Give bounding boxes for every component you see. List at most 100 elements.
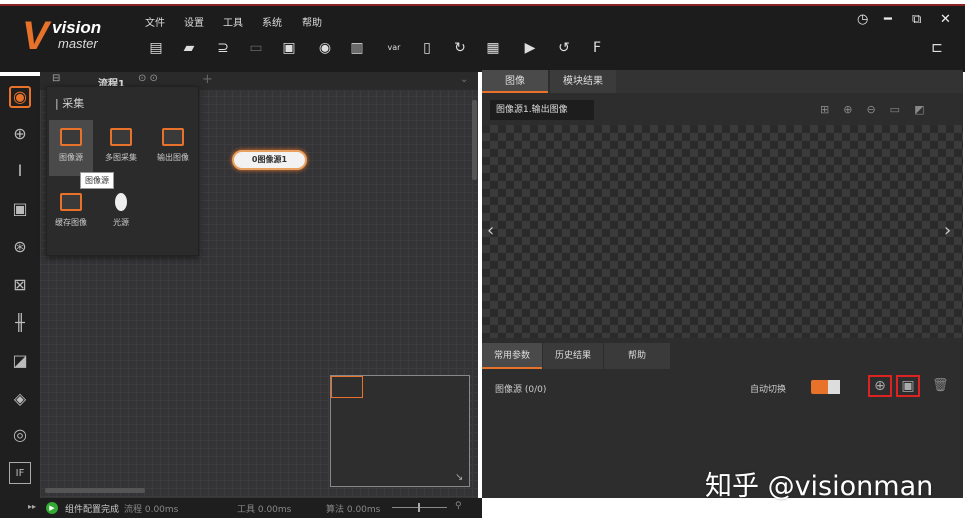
tool-label: 输出图像 bbox=[157, 153, 189, 162]
detect-icon[interactable]: ▣ bbox=[9, 198, 31, 220]
camera-icon[interactable]: ◉ bbox=[316, 40, 334, 56]
tool-time: 工具 0.00ms bbox=[237, 505, 292, 515]
tool-multi-image[interactable]: 多图采集 bbox=[99, 120, 143, 176]
category-title: | 采集 bbox=[55, 97, 85, 110]
run-flow-icon[interactable]: ⊙ ⊙ bbox=[138, 73, 158, 84]
menu-system[interactable]: 系统 bbox=[262, 14, 282, 29]
run-loop-icon[interactable]: ↺ bbox=[555, 40, 573, 56]
measure-icon[interactable]: Ⅰ bbox=[9, 160, 31, 182]
flow-node-image-source[interactable]: 0图像源1 bbox=[232, 150, 307, 170]
lock-icon[interactable]: ▣ bbox=[280, 40, 298, 56]
auto-switch-toggle[interactable] bbox=[811, 380, 840, 394]
add-tab-icon[interactable]: + bbox=[202, 72, 213, 87]
add-button[interactable]: ⊕ bbox=[868, 375, 892, 397]
image-view[interactable] bbox=[482, 125, 963, 338]
auto-switch-label: 自动切换 bbox=[750, 385, 787, 395]
resize-icon[interactable]: ↘ bbox=[455, 472, 463, 483]
tab-module-result[interactable]: 模块结果 bbox=[550, 70, 616, 93]
logo: V bbox=[22, 14, 49, 58]
add-folder-button[interactable]: ▣ bbox=[896, 375, 920, 397]
tool-label: 图像源 bbox=[59, 153, 83, 162]
delete-icon[interactable]: 🗑 bbox=[932, 378, 949, 393]
flow-time: 流程 0.00ms bbox=[124, 505, 179, 515]
node-label: 0图像源1 bbox=[251, 155, 288, 164]
redo-icon[interactable]: ▭ bbox=[247, 40, 265, 56]
fullscreen-icon[interactable]: ◩ bbox=[914, 103, 938, 116]
actual-size-icon[interactable]: ▭ bbox=[890, 103, 914, 116]
calibration-icon[interactable]: ⊠ bbox=[9, 274, 31, 296]
tool-light-source[interactable]: 光源 bbox=[99, 185, 143, 241]
communication-icon[interactable]: ◎ bbox=[9, 424, 31, 446]
tool-label: 多图采集 bbox=[105, 153, 137, 162]
title-bar bbox=[0, 0, 965, 72]
clock-icon[interactable]: ◷ bbox=[857, 12, 868, 27]
search-icon[interactable]: ⚲ bbox=[455, 501, 462, 511]
light-icon bbox=[115, 193, 127, 211]
image-process-icon[interactable]: ◪ bbox=[9, 350, 31, 372]
multi-image-icon bbox=[110, 128, 132, 146]
image-icon bbox=[60, 128, 82, 146]
vertical-scrollbar[interactable] bbox=[472, 100, 477, 180]
flow-list-icon[interactable]: ⊟ bbox=[52, 73, 60, 84]
zoom-out-icon[interactable]: ⊖ bbox=[866, 103, 889, 116]
undo-icon[interactable]: ⊇ bbox=[214, 40, 232, 56]
open-folder-icon[interactable]: ▰ bbox=[180, 40, 198, 56]
refresh-icon[interactable]: ↻ bbox=[451, 40, 469, 56]
controller-icon[interactable]: ▥ bbox=[348, 40, 366, 56]
prev-image-icon[interactable]: ‹ bbox=[487, 220, 494, 241]
image-select[interactable]: 图像源1.输出图像 bbox=[490, 100, 594, 120]
minimize-button[interactable]: ━ bbox=[884, 12, 892, 27]
align-icon[interactable]: ╫ bbox=[9, 312, 31, 334]
menu-tools[interactable]: 工具 bbox=[223, 14, 243, 29]
locate-icon[interactable]: ⊕ bbox=[9, 123, 31, 145]
menu-help[interactable]: 帮助 bbox=[302, 14, 322, 29]
tool-image-source[interactable]: 图像源 bbox=[49, 120, 93, 176]
run-once-icon[interactable]: ▶ bbox=[521, 40, 539, 56]
toggle-knob bbox=[828, 380, 840, 394]
menu-settings[interactable]: 设置 bbox=[184, 14, 204, 29]
close-button[interactable]: ✕ bbox=[940, 12, 951, 27]
frame-icon[interactable]: F bbox=[588, 40, 606, 56]
tooltip: 图像源 bbox=[80, 172, 114, 189]
tab-help[interactable]: 帮助 bbox=[604, 343, 670, 369]
menu-file[interactable]: 文件 bbox=[145, 14, 165, 29]
window-border bbox=[0, 4, 965, 6]
recognize-icon[interactable]: ⊛ bbox=[9, 236, 31, 258]
device-icon[interactable]: ▯ bbox=[418, 40, 436, 56]
watermark: 知乎 @visionman bbox=[705, 471, 934, 502]
tool-cache-image[interactable]: 缓存图像 bbox=[49, 185, 93, 241]
chevron-down-icon[interactable]: ⌄ bbox=[460, 74, 468, 85]
tool-label: 缓存图像 bbox=[55, 218, 87, 227]
next-image-icon[interactable]: › bbox=[944, 220, 951, 241]
variable-icon[interactable]: var bbox=[385, 40, 403, 56]
expand-icon[interactable]: ▸▸ bbox=[28, 502, 36, 511]
restore-button[interactable]: ⧉ bbox=[912, 12, 921, 27]
minimap-viewport[interactable] bbox=[331, 376, 363, 398]
cache-image-icon bbox=[60, 193, 82, 211]
tool-output-image[interactable]: 输出图像 bbox=[151, 120, 195, 176]
algo-time: 算法 0.00ms bbox=[326, 505, 381, 515]
tool-label: 光源 bbox=[113, 218, 129, 227]
logo-subtext: master bbox=[58, 36, 98, 51]
zoom-slider[interactable] bbox=[392, 503, 447, 512]
tool-popup: | 采集 图像源 多图采集 输出图像 缓存图像 光源 bbox=[46, 86, 199, 256]
horizontal-scrollbar[interactable] bbox=[45, 488, 145, 493]
logo-text: vision bbox=[52, 18, 102, 37]
tab-common-params[interactable]: 常用参数 bbox=[482, 343, 542, 369]
color-icon[interactable]: ◈ bbox=[9, 388, 31, 410]
camera-icon[interactable]: ◉ bbox=[9, 86, 31, 108]
zoom-in-icon[interactable]: ⊕ bbox=[843, 103, 866, 116]
param-label: 图像源 (0/0) bbox=[495, 385, 547, 395]
tab-history[interactable]: 历史结果 bbox=[543, 343, 603, 369]
output-image-icon bbox=[162, 128, 184, 146]
folder-icon[interactable]: ⊏ bbox=[928, 40, 946, 56]
tab-image[interactable]: 图像 bbox=[482, 70, 548, 93]
zoom-slider-handle[interactable] bbox=[418, 503, 420, 512]
status-message: 组件配置完成 bbox=[65, 505, 120, 515]
fit-icon[interactable]: ⊞ bbox=[820, 103, 843, 116]
tab-bar-fill bbox=[616, 70, 963, 93]
logic-icon[interactable]: IF bbox=[9, 462, 31, 484]
save-icon[interactable]: ▤ bbox=[147, 40, 165, 56]
script-icon[interactable]: ▦ bbox=[484, 40, 502, 56]
image-toolbar: ⊞⊕⊖▭◩ bbox=[820, 103, 938, 116]
